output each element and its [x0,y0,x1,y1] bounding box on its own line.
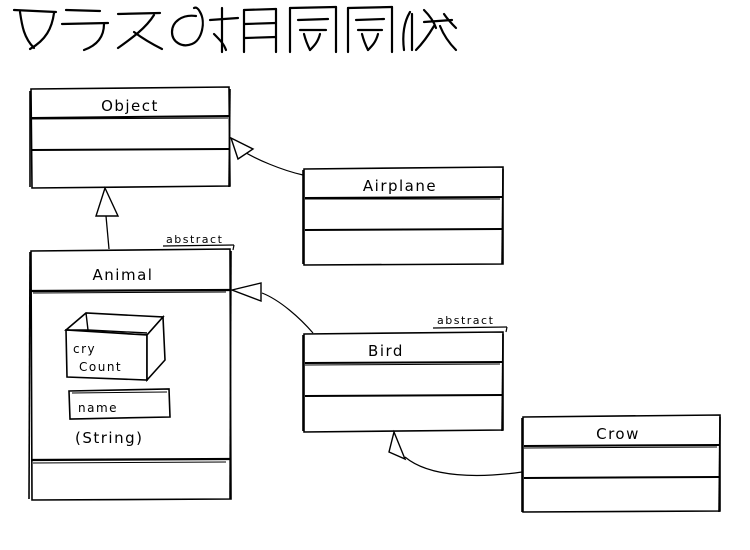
class-box-animal[interactable]: Animal cry Count name (String) abstract [28,233,235,501]
class-name-crow: Crow [596,425,640,443]
stereotype-animal-tick [232,244,235,251]
crow-right-edge [718,416,721,513]
field-cry-line1: cry [73,342,96,356]
object-divider-2 [31,148,230,151]
animal-divider-2 [30,457,231,462]
crow-bird-line [404,456,523,477]
airplane-right-edge [501,168,504,265]
class-name-object: Object [101,97,159,115]
bird-divider-1 [304,361,503,364]
animal-object-arrowhead [95,186,120,217]
class-name-animal: Animal [93,266,154,284]
airplane-divider-2 [304,228,503,231]
class-name-airplane: Airplane [363,177,437,195]
stereotype-bird: abstract [432,314,508,333]
classes-layer: Object Airplane Animal cry Count name (S… [28,86,721,513]
stereotype-bird-tick [505,326,508,333]
stereotype-bird-underline [432,326,508,329]
animal-right-edge [229,250,232,500]
airplane-divider-1 [304,196,503,199]
generalization-bird-animal[interactable] [229,282,314,334]
name-field-box[interactable]: name [68,388,171,420]
animal-divider-1 [30,288,231,293]
class-name-bird: Bird [368,342,404,360]
generalization-crow-bird[interactable] [388,429,523,477]
crow-bird-arrowhead [388,429,407,461]
cry-count-3d-box[interactable]: cry Count [63,312,166,383]
generalization-airplane-object[interactable] [229,136,304,176]
type-annotation-string: (String) [75,429,143,447]
bird-right-edge [501,333,504,432]
object-right-edge [228,88,231,188]
class-box-bird[interactable]: Bird abstract [302,314,508,433]
bird-animal-arrowhead [229,282,262,303]
animal-object-line [105,215,110,250]
stereotype-animal: abstract [162,233,235,251]
crow-divider-2 [523,476,720,479]
diagram-canvas: クラスの相関関係 Object Airplane [0,0,750,550]
animal-left-edge [28,251,31,500]
field-cry-line2: Count [79,360,122,374]
class-box-crow[interactable]: Crow [521,414,721,513]
crow-divider-1 [523,444,720,447]
stereotype-bird-label: abstract [437,314,494,327]
airplane-object-arrowhead [229,136,255,161]
bird-divider-2 [304,394,503,397]
bird-animal-line [261,292,314,334]
field-name-label: name [78,401,118,415]
stereotype-animal-label: abstract [166,233,223,246]
class-box-object[interactable]: Object [29,86,231,189]
class-box-airplane[interactable]: Airplane [302,166,504,266]
generalization-animal-object[interactable] [95,186,120,250]
